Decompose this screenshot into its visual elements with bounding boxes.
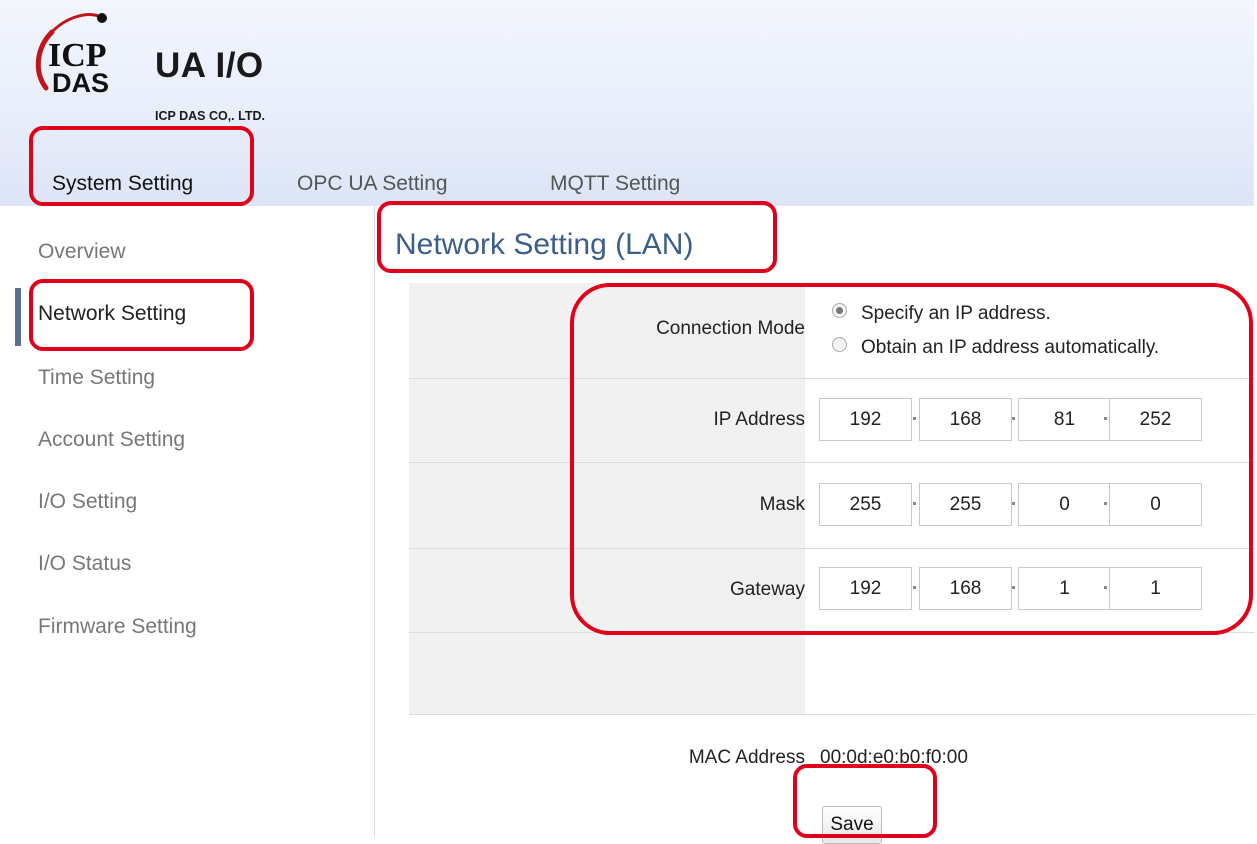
gateway-octet-2[interactable] (919, 567, 1012, 610)
octet-separator (1012, 586, 1015, 589)
radio-label: Specify an IP address. (861, 303, 1051, 324)
ip-octet-1[interactable] (819, 398, 912, 441)
svg-text:DAS: DAS (52, 68, 109, 98)
save-button[interactable]: Save (822, 806, 882, 844)
gateway-label: Gateway (730, 579, 805, 600)
octet-separator (913, 502, 916, 505)
ip-octet-3[interactable] (1018, 398, 1111, 441)
octet-separator (913, 586, 916, 589)
sidebar-active-indicator (15, 288, 21, 346)
row-divider (409, 632, 1255, 633)
sidebar-item-time-setting[interactable]: Time Setting (38, 366, 155, 390)
octet-separator (1012, 502, 1015, 505)
sidebar-item-account-setting[interactable]: Account Setting (38, 428, 185, 452)
radio-checked-icon[interactable] (832, 303, 847, 318)
mask-octet-1[interactable] (819, 483, 912, 526)
mask-octet-2[interactable] (919, 483, 1012, 526)
row-divider (409, 548, 1255, 549)
page-title: Network Setting (LAN) (395, 228, 694, 261)
gateway-octet-3[interactable] (1018, 567, 1111, 610)
sidebar-item-firmware-setting[interactable]: Firmware Setting (38, 615, 197, 639)
sidebar-item-io-status[interactable]: I/O Status (38, 552, 131, 576)
octet-separator (1012, 417, 1015, 420)
connection-mode-label: Connection Mode (656, 318, 805, 339)
octet-separator (1104, 586, 1107, 589)
mac-address-label: MAC Address (688, 747, 805, 768)
mac-address-value: 00:0d:e0:b0:f0:00 (820, 747, 968, 768)
sidebar (0, 206, 375, 836)
ip-address-label: IP Address (713, 409, 805, 430)
radio-obtain-ip-auto[interactable]: Obtain an IP address automatically. (832, 337, 1159, 359)
company-name: ICP DAS CO,. LTD. (155, 109, 265, 123)
radio-label: Obtain an IP address automatically. (861, 337, 1160, 358)
icp-das-logo: ICP DAS (35, 13, 109, 98)
sidebar-item-network-setting[interactable]: Network Setting (38, 302, 186, 326)
radio-specify-ip[interactable]: Specify an IP address. (832, 303, 1051, 325)
sidebar-item-overview[interactable]: Overview (38, 240, 126, 264)
radio-unchecked-icon[interactable] (832, 337, 847, 352)
gateway-octet-4[interactable] (1109, 567, 1202, 610)
sidebar-item-io-setting[interactable]: I/O Setting (38, 490, 137, 514)
ip-octet-2[interactable] (919, 398, 1012, 441)
gateway-octet-1[interactable] (819, 567, 912, 610)
row-divider (409, 462, 1255, 463)
app-header: ICP DAS UA I/O ICP DAS CO,. LTD. System … (0, 0, 1254, 222)
row-divider (409, 714, 1255, 715)
octet-separator (1104, 417, 1107, 420)
octet-separator (1104, 502, 1107, 505)
mask-octet-3[interactable] (1018, 483, 1111, 526)
ip-octet-4[interactable] (1109, 398, 1202, 441)
mask-octet-4[interactable] (1109, 483, 1202, 526)
mask-label: Mask (759, 494, 805, 515)
app-brand: UA I/O (155, 46, 264, 85)
octet-separator (913, 417, 916, 420)
row-divider (409, 378, 1255, 379)
